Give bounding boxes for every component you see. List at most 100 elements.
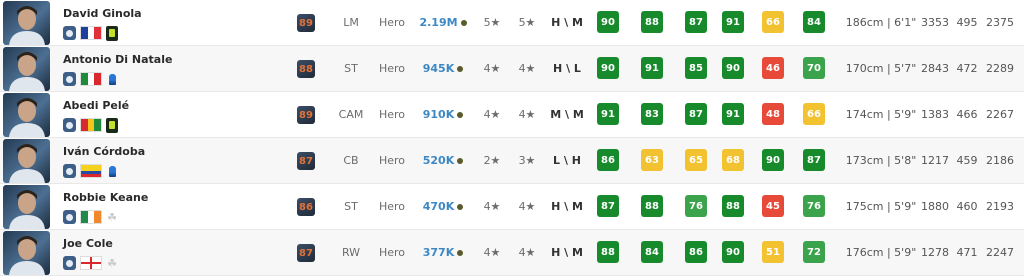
physical-stat: 70	[803, 57, 825, 79]
player-name[interactable]: Robbie Keane	[63, 191, 148, 204]
skill-moves: 2★	[483, 154, 501, 167]
serie-a-logo-icon	[106, 72, 118, 87]
ligue1-logo-icon	[106, 117, 118, 133]
passing-stat: 86	[685, 241, 707, 263]
weak-foot: 4★	[518, 62, 536, 75]
player-row[interactable]: David Ginola 89 LM Hero 2.19M 5★ 5★ H \ M 90 88 87…	[0, 0, 1024, 46]
players-table: David Ginola 89 LM Hero 2.19M 5★ 5★ H \ M 90 88 87…	[0, 0, 1024, 276]
player-name[interactable]: Iván Córdoba	[63, 145, 145, 158]
dribbling-stat: 91	[722, 11, 744, 33]
flag-england-icon	[81, 257, 101, 269]
total-stats: 2289	[986, 62, 1014, 75]
base-stats: 459	[956, 154, 978, 167]
position-label: ST	[344, 62, 358, 75]
price-cell: 910K	[418, 92, 468, 137]
physical-stat: 87	[803, 149, 825, 171]
premier-league-logo-icon: ☘	[107, 210, 117, 224]
dribbling-stat: 90	[722, 241, 744, 263]
player-row[interactable]: Abedi Pelé 89 CAM Hero 910K 4★ 4★ M \ M 91 83 87 91…	[0, 92, 1024, 138]
card-type-icon	[63, 72, 76, 86]
position-label: LM	[343, 16, 359, 29]
rating-badge: 89	[297, 14, 315, 32]
version-label: Hero	[378, 16, 406, 29]
passing-stat: 87	[685, 103, 707, 125]
weak-foot: 5★	[518, 16, 536, 29]
work-rates: H \ M	[551, 16, 583, 29]
height-label: 173cm | 5'8"	[845, 154, 917, 167]
price-value: 377K	[422, 246, 455, 259]
version-label: Hero	[378, 108, 406, 121]
card-type-icon	[63, 210, 76, 224]
rating-badge: 87	[297, 244, 315, 262]
rating-badge: 89	[297, 106, 315, 124]
player-badges	[63, 117, 118, 133]
position-label: CB	[343, 154, 359, 167]
in-game-stats: 3353	[921, 16, 949, 29]
flag-ireland-icon	[81, 211, 102, 223]
weak-foot: 4★	[518, 200, 536, 213]
player-row[interactable]: Joe Cole ☘ 87 RW Hero 377K 4★ 4★ H \ M 88 84 86 90 51…	[0, 230, 1024, 276]
skill-moves: 4★	[483, 200, 501, 213]
physical-stat: 66	[803, 103, 825, 125]
version-label: Hero	[378, 200, 406, 213]
base-stats: 495	[956, 16, 978, 29]
player-row[interactable]: Iván Córdoba 87 CB Hero 520K 2★ 3★ L \ H 86 63 65 6…	[0, 138, 1024, 184]
coin-icon	[457, 111, 464, 118]
player-name[interactable]: Joe Cole	[63, 237, 113, 250]
price-value: 2.19M	[419, 16, 458, 29]
dribbling-stat: 91	[722, 103, 744, 125]
price-cell: 520K	[418, 138, 468, 183]
player-badges: ☘	[63, 209, 118, 225]
flag-ghana-icon	[81, 119, 102, 131]
player-avatar[interactable]	[3, 231, 50, 275]
defending-stat: 66	[762, 11, 784, 33]
price-cell: 470K	[418, 184, 468, 229]
version-label: Hero	[378, 246, 406, 259]
player-row[interactable]: Robbie Keane ☘ 86 ST Hero 470K 4★ 4★ H \ M 87 88 76…	[0, 184, 1024, 230]
player-avatar[interactable]	[3, 139, 50, 183]
card-type-icon	[63, 118, 76, 132]
player-badges: ☘	[63, 255, 118, 271]
total-stats: 2267	[986, 108, 1014, 121]
player-row[interactable]: Antonio Di Natale 88 ST Hero 945K 4★ 4★ H \ L 90…	[0, 46, 1024, 92]
in-game-stats: 1217	[921, 154, 949, 167]
player-avatar[interactable]	[3, 185, 50, 229]
defending-stat: 51	[762, 241, 784, 263]
player-name[interactable]: Abedi Pelé	[63, 99, 129, 112]
in-game-stats: 1880	[921, 200, 949, 213]
price-cell: 377K	[418, 230, 468, 275]
base-stats: 471	[956, 246, 978, 259]
work-rates: H \ L	[553, 62, 581, 75]
rating-badge: 88	[297, 60, 315, 78]
defending-stat: 46	[762, 57, 784, 79]
player-name[interactable]: David Ginola	[63, 7, 142, 20]
card-type-icon	[63, 26, 76, 40]
coin-icon	[457, 203, 464, 210]
defending-stat: 48	[762, 103, 784, 125]
flag-italy-icon	[81, 73, 102, 85]
position-label: RW	[341, 246, 361, 259]
height-label: 176cm | 5'9"	[845, 246, 917, 259]
shooting-stat: 91	[641, 57, 663, 79]
weak-foot: 4★	[518, 108, 536, 121]
skill-moves: 4★	[483, 108, 501, 121]
coin-icon	[460, 19, 467, 26]
pace-stat: 90	[597, 11, 619, 33]
coin-icon	[457, 249, 464, 256]
player-avatar[interactable]	[3, 93, 50, 137]
shooting-stat: 63	[641, 149, 663, 171]
dribbling-stat: 68	[722, 149, 744, 171]
player-avatar[interactable]	[3, 1, 50, 45]
position-label: CAM	[338, 108, 364, 121]
pace-stat: 86	[597, 149, 619, 171]
total-stats: 2193	[986, 200, 1014, 213]
physical-stat: 84	[803, 11, 825, 33]
rating-badge: 87	[297, 152, 315, 170]
pace-stat: 88	[597, 241, 619, 263]
player-avatar[interactable]	[3, 47, 50, 91]
shooting-stat: 88	[641, 11, 663, 33]
passing-stat: 76	[685, 195, 707, 217]
position-label: ST	[344, 200, 358, 213]
player-name[interactable]: Antonio Di Natale	[63, 53, 172, 66]
card-type-icon	[63, 164, 76, 178]
